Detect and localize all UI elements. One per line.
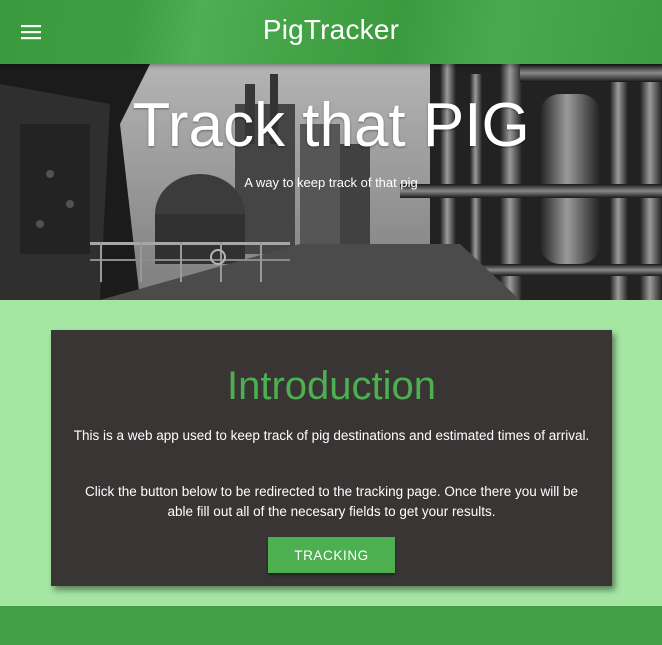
app-bar: PigTracker — [0, 0, 662, 64]
introduction-card: Introduction This is a web app used to k… — [51, 330, 612, 586]
footer-bar — [0, 606, 662, 645]
introduction-title: Introduction — [226, 364, 437, 408]
tracking-button[interactable]: TRACKING — [268, 537, 395, 573]
introduction-paragraph-2: Click the button below to be redirected … — [84, 484, 579, 519]
introduction-paragraph-1: This is a web app used to keep track of … — [73, 428, 590, 443]
hero-banner: Track that PIG A way to keep track of th… — [0, 64, 662, 300]
app-title: PigTracker — [262, 14, 400, 45]
hero-title: Track that PIG — [132, 91, 530, 160]
hero-subtitle: A way to keep track of that pig — [244, 175, 418, 190]
